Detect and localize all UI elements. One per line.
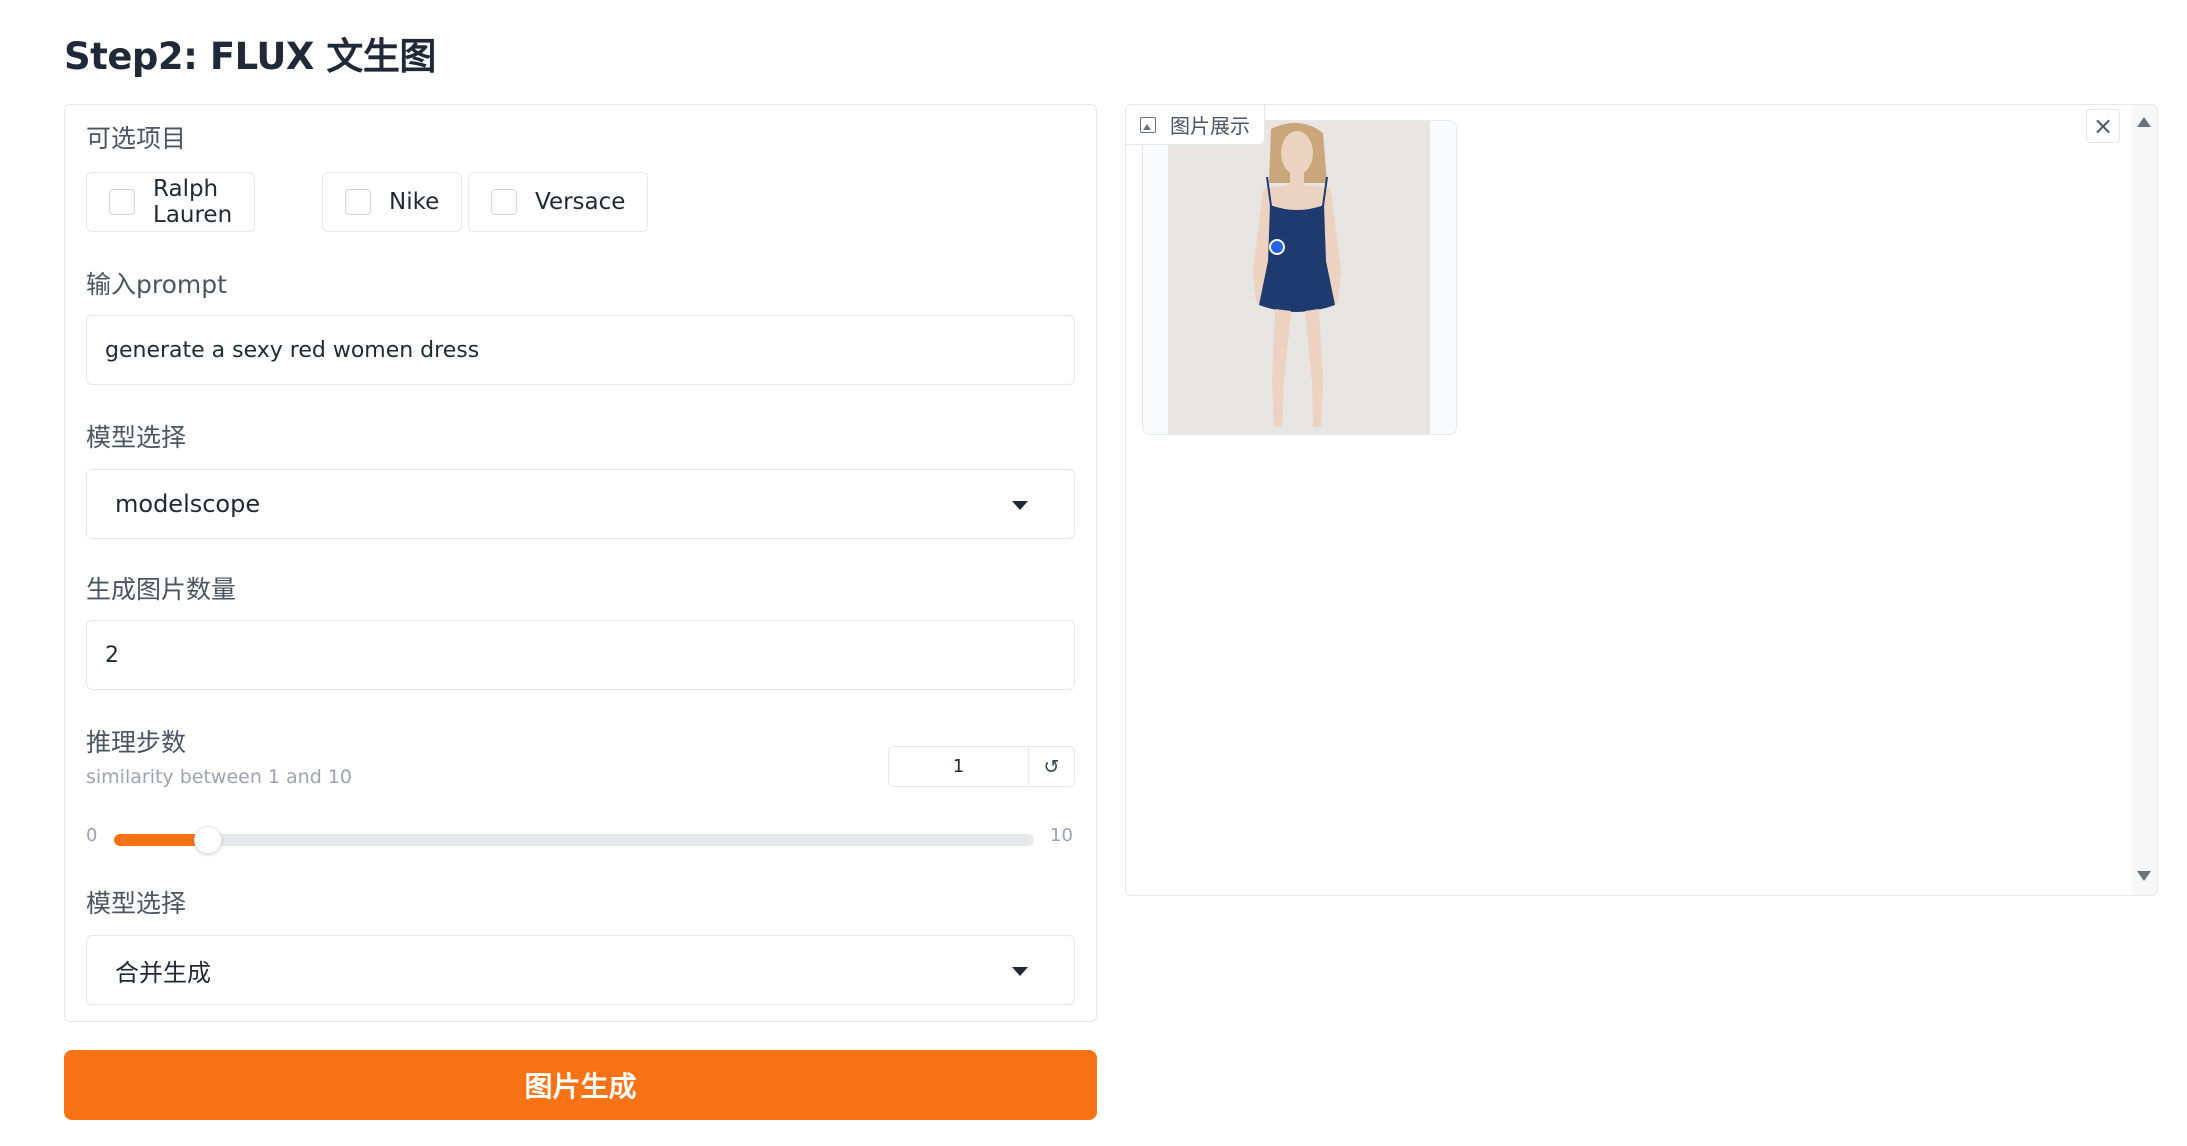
gallery-label-tab: 图片展示	[1126, 105, 1265, 145]
reset-icon[interactable]: ↺	[1029, 747, 1074, 786]
page-title: Step2: FLUX 文生图	[64, 35, 436, 78]
generate-button[interactable]: 图片生成	[64, 1050, 1097, 1120]
steps-label: 推理步数	[86, 728, 187, 757]
generated-image	[1143, 121, 1456, 434]
image-count-input[interactable]: 2	[86, 620, 1075, 690]
slider-thumb[interactable]	[194, 826, 222, 854]
checkbox-label: Ralph Lauren	[153, 176, 233, 228]
gallery-label: 图片展示	[1170, 114, 1250, 138]
model-select-value: modelscope	[115, 490, 261, 518]
merge-select-value: 合并生成	[115, 958, 211, 987]
gallery-panel: 图片展示 ×	[1125, 104, 2158, 896]
checkbox-versace[interactable]: Versace	[468, 172, 649, 232]
checkbox-nike[interactable]: Nike	[322, 172, 463, 232]
steps-info: similarity between 1 and 10	[86, 766, 352, 788]
image-icon	[1140, 116, 1156, 133]
checkbox-ralph-lauren[interactable]: Ralph Lauren	[86, 172, 256, 232]
slider-fill	[114, 834, 206, 846]
model-select-dropdown[interactable]: modelscope	[86, 469, 1075, 539]
slider-min-label: 0	[86, 825, 98, 846]
merge-select-dropdown[interactable]: 合并生成	[86, 935, 1075, 1005]
scroll-up-icon[interactable]	[2137, 117, 2151, 127]
slider-max-label: 10	[1050, 825, 1073, 846]
gallery-thumbnail[interactable]	[1142, 120, 1457, 435]
checkbox-label: Nike	[389, 189, 440, 215]
image-count-label: 生成图片数量	[86, 575, 237, 604]
checkbox-box[interactable]	[491, 189, 517, 215]
gallery-scrollbar[interactable]	[2131, 105, 2157, 895]
options-label: 可选项目	[86, 124, 187, 153]
prompt-input[interactable]: generate a sexy red women dress	[86, 315, 1075, 385]
prompt-label: 输入prompt	[86, 270, 227, 299]
checkbox-box[interactable]	[109, 189, 135, 215]
checkbox-box[interactable]	[345, 189, 371, 215]
steps-number-box: 1 ↺	[888, 746, 1075, 787]
settings-panel: 可选项目 Ralph Lauren Nike Versace 输入prompt …	[64, 104, 1097, 1022]
chevron-down-icon	[1012, 967, 1028, 976]
close-icon[interactable]: ×	[2086, 109, 2120, 143]
model-select-label: 模型选择	[86, 423, 187, 452]
checkbox-label: Versace	[535, 189, 626, 215]
merge-select-label: 模型选择	[86, 889, 187, 918]
scroll-down-icon[interactable]	[2137, 871, 2151, 881]
chevron-down-icon	[1012, 501, 1028, 510]
steps-slider[interactable]	[114, 826, 1034, 854]
steps-number-input[interactable]: 1	[889, 747, 1029, 786]
